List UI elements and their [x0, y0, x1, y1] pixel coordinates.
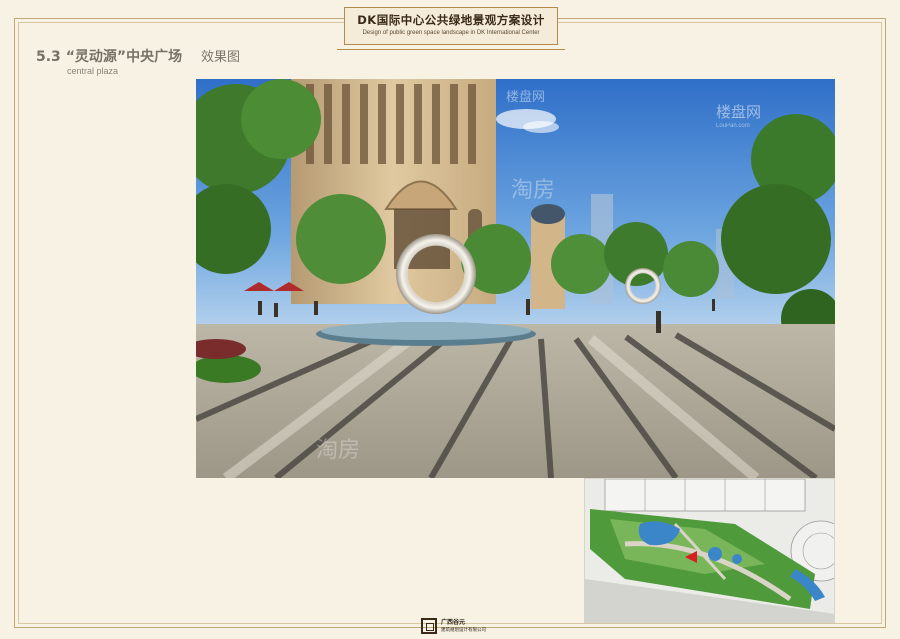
- company-name-line1: 广西谷元: [441, 619, 466, 626]
- section-number: 5.3: [36, 49, 61, 65]
- section-name: “灵动源”中央广场: [65, 49, 183, 65]
- watermark-top-right-small: LouPan.com: [716, 123, 750, 129]
- company-logo-icon: [421, 618, 437, 634]
- watermark-bottom-left: 淘房: [316, 438, 360, 463]
- watermark-center: 淘房: [511, 178, 555, 203]
- header-title: DK国际中心公共绿地景观方案设计: [357, 13, 545, 27]
- section-effect-label: 效果图: [200, 50, 240, 65]
- site-plan-thumbnail: [584, 478, 835, 623]
- header-banner: DK国际中心公共绿地景观方案设计 Design of public green …: [337, 7, 565, 50]
- company-name-line2: 建筑规划设计有限公司: [441, 628, 486, 633]
- company-logo: 广西谷元 建筑规划设计有限公司: [421, 617, 487, 637]
- company-name: 广西谷元 建筑规划设计有限公司: [441, 619, 486, 635]
- header-subtitle: Design of public green space landscape i…: [362, 30, 540, 36]
- watermark-top-mid: 楼盘网: [506, 89, 545, 105]
- section-english: central plaza: [67, 66, 119, 76]
- plaza-rendering: 楼盘网 LouPan.com 楼盘网 淘房 淘房: [196, 79, 835, 478]
- watermark-top-right: 楼盘网: [716, 103, 761, 121]
- section-title: 5.3 “灵动源”中央广场 效果图: [36, 46, 240, 66]
